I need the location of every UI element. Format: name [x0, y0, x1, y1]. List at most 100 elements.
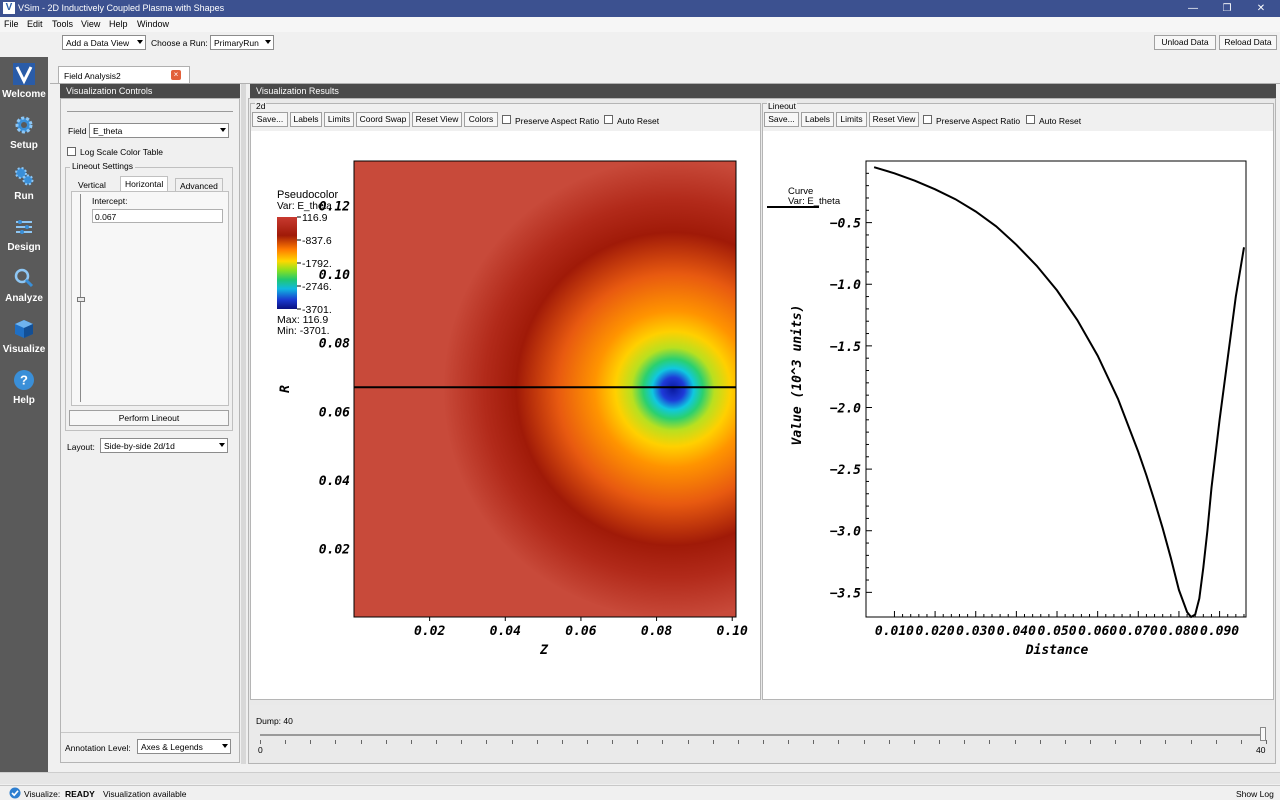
- app-icon: V: [3, 2, 15, 14]
- dump-tick: [1064, 740, 1066, 744]
- labels-button[interactable]: Labels: [801, 112, 834, 127]
- dump-slider-handle[interactable]: [1260, 727, 1266, 741]
- log-scale-checkbox[interactable]: [67, 147, 76, 156]
- plot-border: [865, 160, 1247, 618]
- sidebar-item-visualize[interactable]: Visualize: [0, 312, 48, 361]
- dump-tick: [285, 740, 287, 744]
- colors-button[interactable]: Colors: [464, 112, 498, 127]
- sidebar-item-design[interactable]: Design: [0, 210, 48, 259]
- auto-reset-checkbox[interactable]: [604, 115, 613, 124]
- colorbar-tick-label: -1792.: [302, 258, 332, 270]
- lineout-title: Lineout: [767, 101, 797, 111]
- sidebar-label-run: Run: [14, 191, 34, 202]
- annotation-level-value: Axes & Legends: [141, 742, 203, 752]
- dump-tick: [335, 740, 337, 744]
- unload-data-button[interactable]: Unload Data: [1154, 35, 1216, 50]
- field-label: Field: [68, 126, 87, 136]
- vsim-logo-icon: [13, 63, 35, 85]
- save-button[interactable]: Save...: [764, 112, 799, 127]
- results-header: Visualization Results: [250, 84, 1276, 98]
- tab-advanced[interactable]: Advanced: [175, 178, 223, 192]
- dump-tick: [436, 740, 438, 744]
- add-data-view-value: Add a Data View: [66, 38, 130, 48]
- status-label: Visualize:: [24, 789, 61, 799]
- perform-lineout-button[interactable]: Perform Lineout: [69, 410, 229, 426]
- preserve-aspect-checkbox[interactable]: [502, 115, 511, 124]
- coord-swap-button[interactable]: Coord Swap: [356, 112, 410, 127]
- lineout-settings-label: Lineout Settings: [70, 161, 135, 171]
- menu-view[interactable]: View: [81, 19, 100, 29]
- dump-tick: [586, 740, 588, 744]
- status-message: Visualization available: [103, 789, 187, 799]
- dump-tick: [1215, 740, 1217, 744]
- limits-button[interactable]: Limits: [324, 112, 354, 127]
- dump-tick: [989, 740, 991, 744]
- dump-slider-track[interactable]: [260, 734, 1266, 736]
- dump-tick: [1140, 740, 1142, 744]
- layout-label: Layout:: [67, 442, 95, 452]
- tab-vertical[interactable]: Vertical: [74, 178, 110, 192]
- dump-tick: [486, 740, 488, 744]
- preserve-aspect-checkbox[interactable]: [923, 115, 932, 124]
- annotation-level-select[interactable]: Axes & Legends: [137, 739, 231, 754]
- sidebar-item-analyze[interactable]: Analyze: [0, 261, 48, 310]
- reset-view-button[interactable]: Reset View: [412, 112, 462, 127]
- dump-tick: [913, 740, 915, 744]
- minimize-icon[interactable]: —: [1176, 0, 1210, 17]
- field-select[interactable]: E_theta: [89, 123, 229, 138]
- show-log-button[interactable]: Show Log: [1236, 789, 1274, 799]
- run-value: PrimaryRun: [214, 38, 259, 48]
- run-select[interactable]: PrimaryRun: [210, 35, 274, 50]
- limits-button[interactable]: Limits: [836, 112, 867, 127]
- labels-button[interactable]: Labels: [290, 112, 322, 127]
- tab-horizontal[interactable]: Horizontal: [120, 176, 169, 192]
- dump-tick: [1115, 740, 1117, 744]
- auto-reset-checkbox[interactable]: [1026, 115, 1035, 124]
- tab-label: Field Analysis2: [64, 71, 121, 81]
- x-tick-label: 0.010: [875, 624, 914, 639]
- reset-view-button[interactable]: Reset View: [869, 112, 919, 127]
- y-tick-label: −0.5: [830, 217, 861, 232]
- reload-data-button[interactable]: Reload Data: [1219, 35, 1277, 50]
- layout-select[interactable]: Side-by-side 2d/1d: [100, 438, 228, 453]
- sidebar-label-analyze: Analyze: [5, 293, 43, 304]
- sidebar-item-help[interactable]: ? Help: [0, 363, 48, 412]
- sidebar-label-visualize: Visualize: [2, 344, 46, 355]
- menu-file[interactable]: File: [4, 19, 19, 29]
- status-state: READY: [65, 789, 95, 799]
- intercept-slider-handle[interactable]: [77, 297, 85, 302]
- plot2d-canvas[interactable]: 0.02 0.04 0.06 0.08 0.10 0.02 0.04 0.06 0.08 0.1…: [251, 131, 760, 699]
- intercept-input[interactable]: 0.067: [92, 209, 223, 223]
- x-axis-label: Z: [539, 643, 549, 658]
- preserve-aspect-label: Preserve Aspect Ratio: [936, 116, 1021, 126]
- menu-edit[interactable]: Edit: [27, 19, 43, 29]
- menu-help[interactable]: Help: [109, 19, 128, 29]
- dump-tick: [511, 740, 513, 744]
- splitter[interactable]: [241, 84, 246, 764]
- add-data-view-select[interactable]: Add a Data View: [62, 35, 146, 50]
- y-tick-label: −2.5: [830, 463, 861, 478]
- lineout-canvas[interactable]: 0.010 0.020 0.030 0.040 0.050 0.060 0.070 0.080…: [763, 131, 1273, 699]
- x-tick-label: 0.06: [565, 624, 596, 639]
- sidebar-item-welcome[interactable]: Welcome: [0, 57, 48, 106]
- x-tick-label: 0.04: [490, 624, 521, 639]
- auto-reset-label: Auto Reset: [617, 116, 660, 126]
- window-title: VSim - 2D Inductively Coupled Plasma wit…: [18, 3, 225, 13]
- sidebar-item-run[interactable]: Run: [0, 159, 48, 208]
- tab-field-analysis2[interactable]: Field Analysis2 ×: [58, 66, 190, 83]
- field-value: E_theta: [93, 126, 123, 136]
- menu-window[interactable]: Window: [137, 19, 169, 29]
- close-icon[interactable]: ×: [171, 70, 181, 80]
- sidebar-item-setup[interactable]: Setup: [0, 108, 48, 157]
- plot2d-title: 2d: [255, 101, 267, 111]
- restore-icon[interactable]: ❐: [1210, 0, 1244, 17]
- annotation-level-label: Annotation Level:: [65, 743, 131, 753]
- x-tick-label: 0.090: [1200, 624, 1239, 639]
- dump-tick: [1266, 740, 1267, 744]
- close-icon[interactable]: ✕: [1244, 0, 1278, 17]
- save-button[interactable]: Save...: [252, 112, 288, 127]
- y-axis-label: R: [278, 385, 293, 393]
- colorbar-tick-label: 116.9: [302, 212, 328, 224]
- menu-tools[interactable]: Tools: [52, 19, 73, 29]
- divider: [67, 111, 233, 112]
